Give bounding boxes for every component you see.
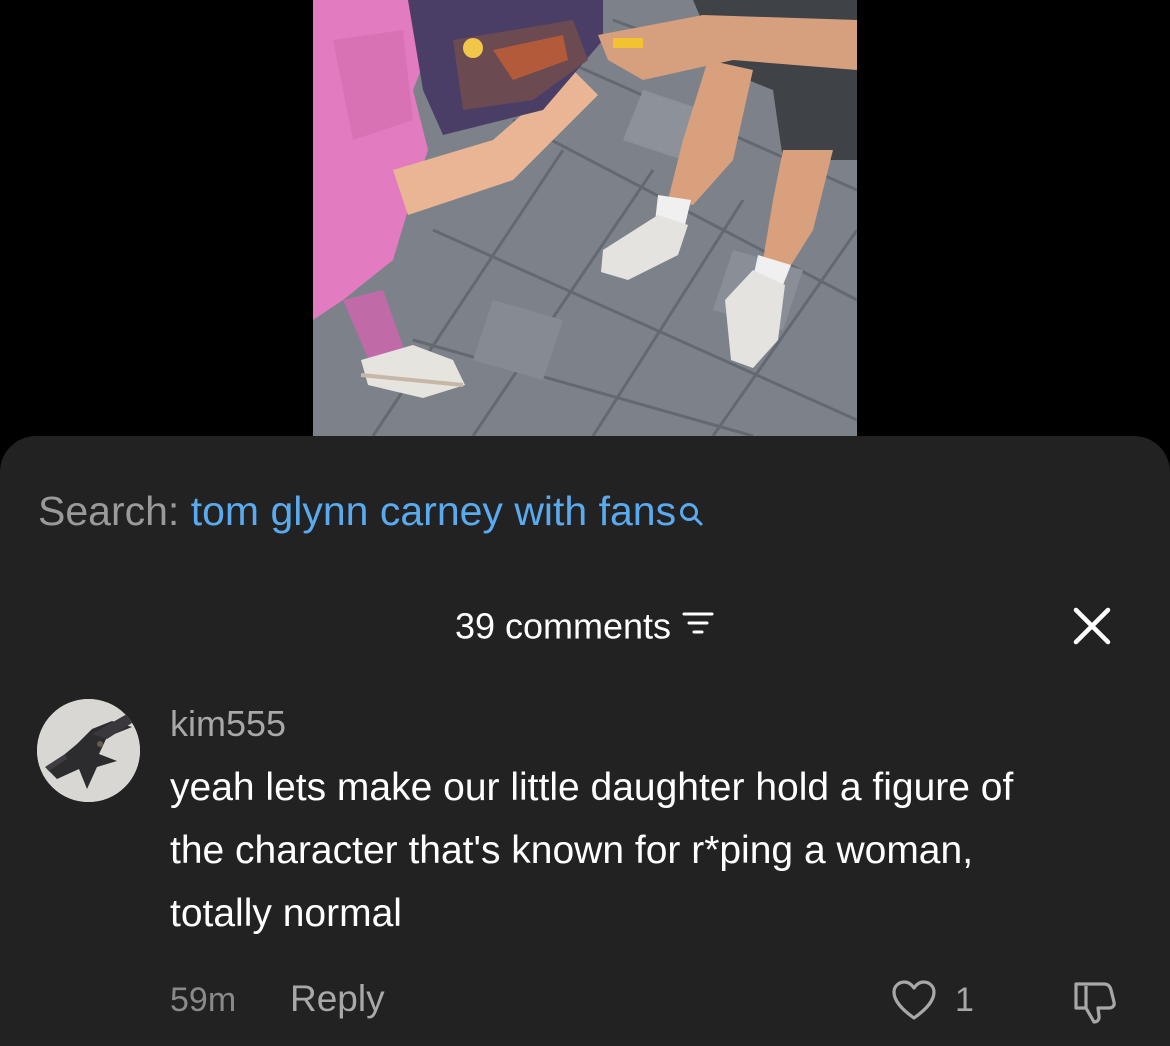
filter-icon[interactable] [681, 603, 715, 647]
video-frame-photo [313, 0, 857, 436]
heart-icon [892, 980, 936, 1020]
search-query-link[interactable]: tom glynn carney with fans [191, 488, 676, 534]
reply-button[interactable]: Reply [290, 976, 385, 1022]
comment-timestamp: 59m [170, 981, 237, 1019]
like-button[interactable] [890, 978, 938, 1022]
dislike-button[interactable] [1070, 978, 1120, 1024]
comment-username[interactable]: kim555 [170, 702, 286, 746]
comments-sheet: Search: tom glynn carney with fans 39 co… [0, 436, 1170, 1046]
comments-header: 39 comments [0, 602, 1170, 648]
thumbs-down-icon [1074, 982, 1116, 1024]
avatar-bird-image [37, 699, 140, 802]
screen: Search: tom glynn carney with fans 39 co… [0, 0, 1170, 1046]
like-count: 1 [955, 981, 974, 1019]
comment-text: yeah lets make our little daughter hold … [170, 766, 1014, 935]
video-frame[interactable] [313, 0, 857, 436]
close-button[interactable] [1068, 602, 1116, 650]
search-prefix-label: Search: [38, 488, 180, 534]
close-icon [1073, 607, 1111, 645]
avatar[interactable] [37, 699, 140, 802]
search-suggestion[interactable]: Search: tom glynn carney with fans [38, 486, 706, 540]
comments-count: 39 comments [454, 605, 672, 647]
search-icon [678, 490, 706, 540]
